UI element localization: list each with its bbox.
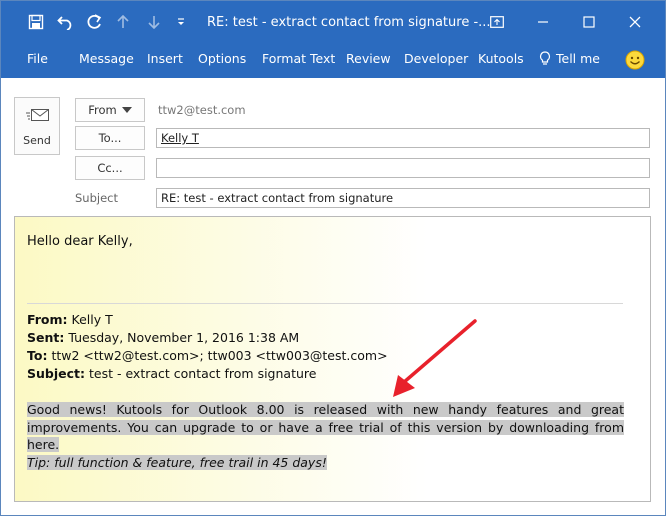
- to-button[interactable]: To...: [75, 126, 145, 150]
- send-button[interactable]: Send: [14, 97, 60, 155]
- smiley-icon[interactable]: [624, 49, 646, 71]
- quoted-from-value: Kelly T: [71, 312, 113, 327]
- send-envelope-icon: [26, 109, 49, 121]
- promo-block: Good news! Kutools for Outlook 8.00 is r…: [27, 401, 624, 471]
- ribbon-tabs: File Message Insert Options Format Text …: [1, 45, 665, 78]
- tab-message[interactable]: Message: [79, 51, 134, 66]
- down-arrow-icon[interactable]: [144, 11, 164, 33]
- title-bar: RE: test - extract contact from signatur…: [1, 1, 665, 45]
- redo-icon[interactable]: [83, 11, 105, 33]
- quoted-subject-value: test - extract contact from signature: [88, 366, 317, 381]
- save-icon[interactable]: [25, 11, 47, 33]
- tab-insert[interactable]: Insert: [147, 51, 183, 66]
- outlook-reply-window: RE: test - extract contact from signatur…: [0, 0, 666, 516]
- tab-review[interactable]: Review: [346, 51, 391, 66]
- tab-tell-me: Tell me: [556, 51, 600, 66]
- greeting-text: Hello dear Kelly,: [27, 234, 133, 249]
- subject-field[interactable]: RE: test - extract contact from signatur…: [156, 188, 650, 208]
- up-arrow-icon[interactable]: [113, 11, 133, 33]
- quoted-subject-line: Subject: test - extract contact from sig…: [27, 366, 316, 381]
- lightbulb-icon: [539, 51, 551, 65]
- tab-format-text[interactable]: Format Text: [262, 51, 335, 66]
- from-label: From: [88, 103, 117, 117]
- quoted-to-label: To:: [27, 348, 48, 363]
- quoted-sent-line: Sent: Tuesday, November 1, 2016 1:38 AM: [27, 330, 299, 345]
- quoted-to-value: ttw2 <ttw2@test.com>; ttw003 <ttw003@tes…: [51, 348, 388, 363]
- window-title: RE: test - extract contact from signatur…: [207, 15, 491, 30]
- quoted-sent-label: Sent:: [27, 330, 65, 345]
- chevron-down-icon: [121, 107, 132, 113]
- tip-text: Tip: full function & feature, free trail…: [27, 454, 327, 470]
- subject-label: Subject: [75, 191, 118, 205]
- to-field[interactable]: Kelly T: [156, 128, 650, 148]
- quoted-sent-value: Tuesday, November 1, 2016 1:38 AM: [68, 330, 300, 345]
- close-icon[interactable]: [623, 11, 647, 33]
- to-recipient[interactable]: Kelly T: [161, 131, 199, 145]
- tab-developer[interactable]: Developer: [404, 51, 468, 66]
- minimize-icon[interactable]: [531, 11, 555, 33]
- maximize-icon[interactable]: [577, 11, 601, 33]
- tab-kutools[interactable]: Kutools: [478, 51, 524, 66]
- send-label: Send: [23, 134, 51, 147]
- quoted-subject-label: Subject:: [27, 366, 85, 381]
- cc-field[interactable]: [156, 158, 650, 178]
- message-header: Send From ttw2@test.com To... Kelly T Cc…: [1, 78, 665, 216]
- cc-button[interactable]: Cc...: [75, 156, 145, 180]
- promo-text: Good news! Kutools for Outlook 8.00 is r…: [27, 402, 624, 452]
- customize-qat-icon[interactable]: [173, 11, 189, 33]
- message-body[interactable]: Hello dear Kelly, From: Kelly T Sent: Tu…: [14, 216, 651, 502]
- from-button[interactable]: From: [75, 98, 145, 122]
- ribbon-display-icon[interactable]: [485, 11, 509, 33]
- tell-me-box[interactable]: Tell me: [539, 51, 600, 66]
- from-address: ttw2@test.com: [158, 103, 246, 117]
- tab-file[interactable]: File: [27, 51, 48, 66]
- quoted-from-line: From: Kelly T: [27, 312, 113, 327]
- reply-separator: [27, 303, 623, 304]
- undo-icon[interactable]: [55, 11, 77, 33]
- tab-options[interactable]: Options: [198, 51, 246, 66]
- quoted-to-line: To: ttw2 <ttw2@test.com>; ttw003 <ttw003…: [27, 348, 388, 363]
- quoted-from-label: From:: [27, 312, 68, 327]
